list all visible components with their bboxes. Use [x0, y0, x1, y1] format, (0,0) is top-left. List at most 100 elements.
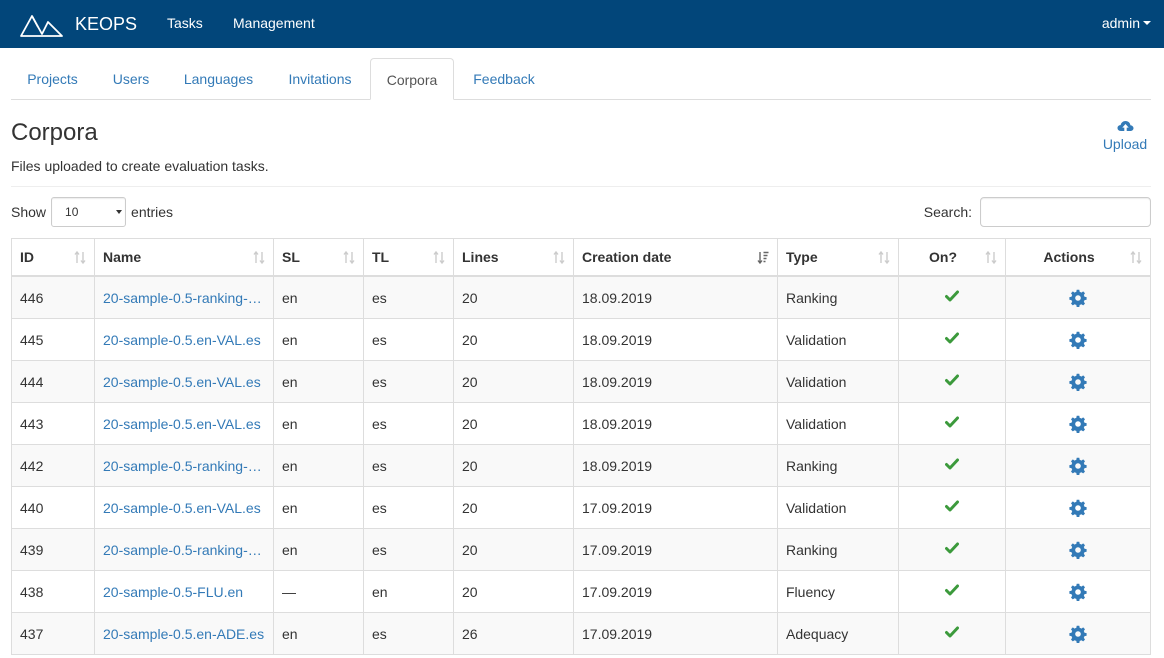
column-header-type[interactable]: Type: [778, 239, 899, 275]
entries-label: entries: [131, 204, 174, 220]
corpus-name-link[interactable]: 20-sample-0.5-ranking-…: [103, 542, 262, 558]
check-icon: [945, 374, 959, 385]
cell-name: 20-sample-0.5.en-VAL.es: [95, 319, 274, 360]
cell-id: 437: [12, 613, 95, 654]
cell-lines: 20: [454, 277, 574, 318]
nav-link-management[interactable]: Management: [233, 15, 315, 31]
cell-type: Ranking: [778, 529, 899, 570]
gear-icon[interactable]: [1069, 499, 1087, 517]
sort-both-icon: [878, 251, 890, 264]
tab-invitations[interactable]: Invitations: [271, 58, 369, 100]
corpus-type: Fluency: [786, 583, 836, 600]
corpus-id: 437: [20, 625, 44, 642]
source-language: en: [282, 373, 298, 390]
target-language: es: [372, 415, 387, 432]
cell-on: [899, 361, 1006, 402]
column-header-lines[interactable]: Lines: [454, 239, 574, 275]
corpus-type: Validation: [786, 373, 847, 390]
page-title: Corpora: [11, 119, 98, 146]
column-header-label: TL: [372, 249, 390, 265]
check-icon: [945, 332, 959, 343]
cell-lines: 20: [454, 361, 574, 402]
gear-icon[interactable]: [1069, 541, 1087, 559]
source-language: en: [282, 289, 298, 306]
corpora-table: ID Name SL TL Lines Creation date Type O…: [11, 238, 1151, 655]
column-header-sl[interactable]: SL: [274, 239, 364, 275]
tab-users[interactable]: Users: [95, 58, 167, 100]
corpus-type: Validation: [786, 415, 847, 432]
corpus-id: 440: [20, 499, 44, 516]
gear-icon[interactable]: [1069, 457, 1087, 475]
tab-projects[interactable]: Projects: [11, 58, 94, 100]
corpus-name-link[interactable]: 20-sample-0.5-ranking-…: [103, 290, 262, 306]
gear-icon[interactable]: [1069, 331, 1087, 349]
corpus-type: Adequacy: [786, 625, 849, 642]
brand-home-link[interactable]: KEOPS: [20, 9, 137, 39]
tab-feedback[interactable]: Feedback: [454, 58, 554, 100]
gear-icon[interactable]: [1069, 289, 1087, 307]
corpus-name-link[interactable]: 20-sample-0.5.en-VAL.es: [103, 332, 261, 348]
cell-actions: [1006, 571, 1150, 612]
cell-name: 20-sample-0.5-ranking-…: [95, 529, 274, 570]
column-header-tl[interactable]: TL: [364, 239, 454, 275]
sort-both-icon: [985, 251, 997, 264]
corpus-name-link[interactable]: 20-sample-0.5.en-VAL.es: [103, 374, 261, 390]
cell-creation-date: 17.09.2019: [574, 487, 778, 528]
creation-date: 18.09.2019: [582, 289, 653, 306]
line-count: 20: [462, 373, 478, 390]
cell-sl: en: [274, 613, 364, 654]
cell-on: [899, 487, 1006, 528]
line-count: 20: [462, 331, 478, 348]
column-header-creation-date[interactable]: Creation date: [574, 239, 778, 275]
column-header-actions[interactable]: Actions: [1006, 239, 1150, 275]
cell-lines: 20: [454, 319, 574, 360]
check-icon: [945, 416, 959, 427]
cell-on: [899, 277, 1006, 318]
sort-both-icon: [74, 251, 86, 264]
tab-languages[interactable]: Languages: [167, 58, 270, 100]
cell-id: 445: [12, 319, 95, 360]
gear-icon[interactable]: [1069, 583, 1087, 601]
page-size-select[interactable]: 10: [51, 197, 127, 227]
column-header-name[interactable]: Name: [95, 239, 274, 275]
source-language: en: [282, 625, 298, 642]
creation-date: 17.09.2019: [582, 499, 653, 516]
check-icon: [945, 542, 959, 553]
target-language: es: [372, 625, 387, 642]
cell-type: Validation: [778, 403, 899, 444]
source-language: en: [282, 541, 298, 558]
line-count: 20: [462, 415, 478, 432]
cell-lines: 20: [454, 403, 574, 444]
corpus-name-link[interactable]: 20-sample-0.5-FLU.en: [103, 584, 243, 600]
column-header-id[interactable]: ID: [12, 239, 95, 275]
nav-link-tasks[interactable]: Tasks: [167, 15, 203, 31]
gear-icon[interactable]: [1069, 415, 1087, 433]
creation-date: 17.09.2019: [582, 541, 653, 558]
column-header-label: ID: [20, 249, 34, 265]
column-header-on[interactable]: On?: [899, 239, 1006, 275]
corpus-name-link[interactable]: 20-sample-0.5.en-VAL.es: [103, 416, 261, 432]
cell-tl: es: [364, 613, 454, 654]
search-input[interactable]: [980, 197, 1151, 227]
cell-creation-date: 17.09.2019: [574, 613, 778, 654]
user-menu[interactable]: admin: [1102, 15, 1151, 31]
cell-actions: [1006, 445, 1150, 486]
corpus-id: 443: [20, 415, 44, 432]
corpus-name-link[interactable]: 20-sample-0.5-ranking-…: [103, 458, 262, 474]
target-language: en: [372, 583, 388, 600]
gear-icon[interactable]: [1069, 373, 1087, 391]
corpus-name-link[interactable]: 20-sample-0.5.en-VAL.es: [103, 500, 261, 516]
cell-tl: es: [364, 487, 454, 528]
cell-lines: 20: [454, 529, 574, 570]
sort-both-icon: [1130, 251, 1142, 264]
cell-actions: [1006, 613, 1150, 654]
tab-corpora[interactable]: Corpora: [370, 58, 454, 100]
upload-button[interactable]: Upload: [1100, 120, 1150, 152]
cell-tl: es: [364, 277, 454, 318]
cell-sl: —: [274, 571, 364, 612]
gear-icon[interactable]: [1069, 625, 1087, 643]
corpus-name-link[interactable]: 20-sample-0.5.en-ADE.es: [103, 626, 264, 642]
brand-name: KEOPS: [75, 13, 138, 34]
cell-tl: es: [364, 529, 454, 570]
target-language: es: [372, 499, 387, 516]
